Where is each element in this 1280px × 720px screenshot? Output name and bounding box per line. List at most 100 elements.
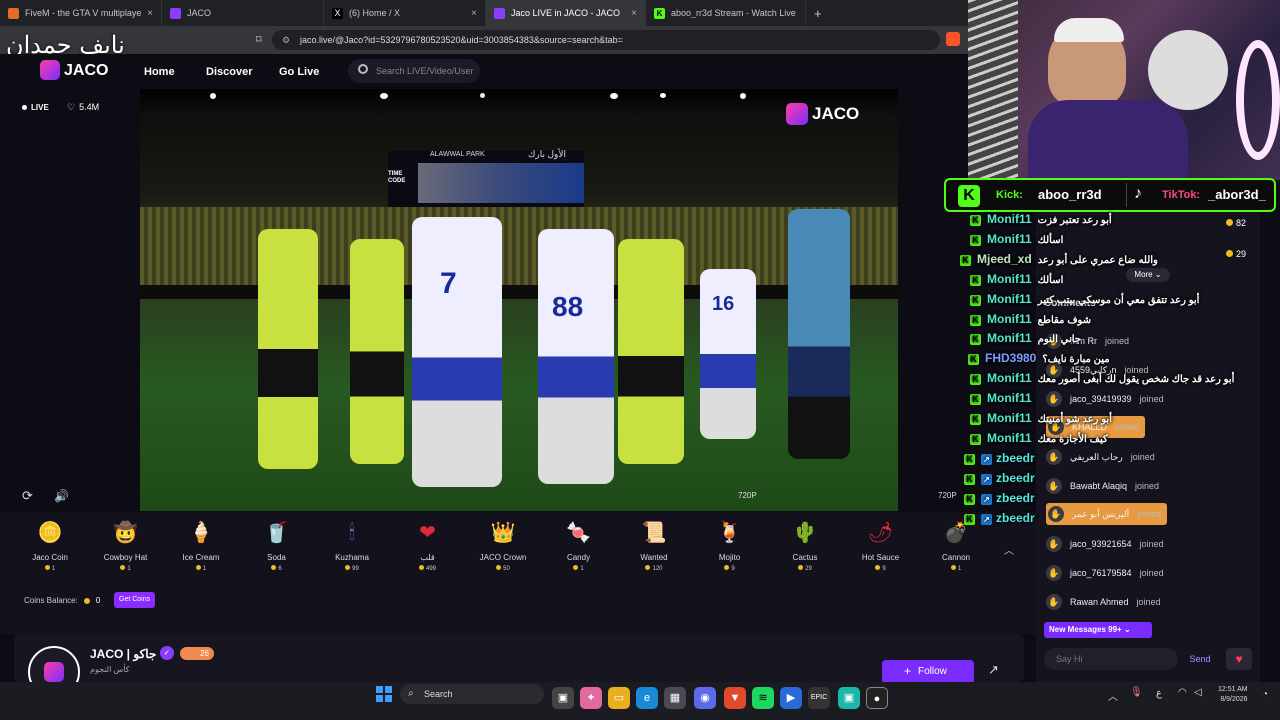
nav-home[interactable]: Home bbox=[144, 66, 175, 78]
volume-icon[interactable]: ◁ bbox=[1194, 687, 1202, 698]
chat-message: أبو رعد قد جاك شخص يقول لك أبغى أصور معك bbox=[1037, 374, 1235, 386]
copilot-icon[interactable]: ✦ bbox=[580, 687, 602, 709]
join-user[interactable]: Bawabt Alaqiq bbox=[1070, 481, 1127, 491]
tab-x-home[interactable]: X (6) Home / X × bbox=[324, 0, 486, 26]
wave-hand-icon: ✋ bbox=[1046, 565, 1062, 581]
language-indicator[interactable]: ع bbox=[1156, 688, 1162, 699]
chevron-up-icon[interactable]: ︿ bbox=[1004, 542, 1014, 557]
app-icon[interactable]: ▶ bbox=[780, 687, 802, 709]
follow-button[interactable]: + Follow bbox=[882, 660, 974, 684]
tab-jaco-live[interactable]: Jaco LIVE in JACO - JACO × bbox=[486, 0, 646, 26]
task-view-icon[interactable]: ▣ bbox=[552, 687, 574, 709]
microphone-icon[interactable]: 🎙 bbox=[1130, 687, 1143, 698]
stadium-screen: ALAWWAL PARK الأول بارك TIME CODE bbox=[388, 149, 584, 207]
windows-start-icon[interactable] bbox=[376, 686, 392, 702]
taskbar-search[interactable]: Search bbox=[400, 684, 544, 704]
volume-icon[interactable]: 🔊 bbox=[54, 489, 69, 503]
kick-badge-icon: K bbox=[964, 473, 975, 485]
gift-item[interactable]: 💣 Cannon 1 bbox=[920, 518, 992, 572]
coin-icon bbox=[83, 597, 90, 604]
quality-label[interactable]: 720P bbox=[738, 491, 757, 500]
kick-badge-icon: K bbox=[970, 374, 981, 386]
level-badge: 26 bbox=[180, 647, 214, 660]
bookmark-icon[interactable]: ⌑ bbox=[256, 33, 262, 46]
wifi-icon[interactable]: ◠ bbox=[1178, 687, 1187, 698]
goalkeeper-figure bbox=[788, 209, 850, 459]
join-user[interactable]: رحاب العريفي bbox=[1070, 452, 1123, 463]
chat-username: Monif11 bbox=[987, 231, 1032, 246]
webcam-cap bbox=[1054, 18, 1124, 42]
gift-item[interactable]: 🍦 Ice Cream 1 bbox=[165, 518, 237, 572]
epic-games-icon[interactable]: EPIC bbox=[808, 687, 830, 709]
gift-icon: 🪙 bbox=[37, 522, 63, 544]
notification-bell-icon[interactable]: ◔ bbox=[1262, 689, 1268, 700]
refresh-icon[interactable]: ⟳ bbox=[22, 488, 33, 504]
heart-icon[interactable]: ♥ bbox=[1226, 648, 1252, 670]
tray-chevron-icon[interactable]: ︿ bbox=[1108, 688, 1118, 703]
new-tab-button[interactable]: + bbox=[806, 0, 830, 26]
close-tab-icon[interactable]: × bbox=[471, 8, 477, 19]
join-user[interactable]: أليرنس أبو عمر bbox=[1072, 509, 1129, 520]
jaco-logo-icon[interactable] bbox=[40, 60, 60, 80]
gift-item[interactable]: 👑 JACO Crown 50 bbox=[467, 518, 539, 572]
tab-fivem[interactable]: FiveM - the GTA V multiplayer modi× bbox=[0, 0, 162, 26]
gift-item[interactable]: 📜 Wanted 120 bbox=[618, 518, 690, 572]
gift-item[interactable]: 🍬 Candy 1 bbox=[543, 518, 615, 572]
close-tab-icon[interactable]: × bbox=[147, 8, 153, 19]
edge-icon[interactable]: e bbox=[636, 687, 658, 709]
chat-message: كيف الأجازة معك bbox=[1037, 433, 1108, 445]
quality-selector[interactable]: 720P bbox=[938, 491, 957, 500]
store-icon[interactable]: ▦ bbox=[664, 687, 686, 709]
close-tab-icon[interactable]: × bbox=[631, 8, 637, 19]
jaco-logo-icon bbox=[44, 662, 64, 682]
live-video-player[interactable]: ALAWWAL PARK الأول بارك TIME CODE JACO 7… bbox=[140, 89, 898, 511]
tab-kick-stream[interactable]: Kaboo_rr3d Stream - Watch Live on Ki bbox=[646, 0, 806, 26]
kick-badge-icon: K bbox=[964, 493, 975, 505]
join-text: joined bbox=[1130, 452, 1155, 462]
app-icon[interactable]: ▣ bbox=[838, 687, 860, 709]
gift-item[interactable]: 🕯 Kuzhama 99 bbox=[316, 518, 388, 572]
search-input[interactable]: Search LIVE/Video/User bbox=[348, 59, 480, 83]
chat-input[interactable]: Say Hi bbox=[1044, 648, 1178, 670]
new-messages-button[interactable]: New Messages 99+ ⌄ bbox=[1044, 622, 1152, 638]
share-icon[interactable]: ↗ bbox=[988, 662, 999, 678]
overlay-chat-line: K Monif11 اسألك bbox=[970, 232, 1063, 246]
join-user[interactable]: jaco_93921654 bbox=[1070, 539, 1132, 549]
coin-icon bbox=[724, 565, 730, 570]
browser-tab-bar: FiveM - the GTA V multiplayer modi× JACO… bbox=[0, 0, 968, 26]
gift-item[interactable]: 🍹 Mojito 9 bbox=[694, 518, 766, 572]
coin-icon bbox=[950, 565, 956, 570]
kick-badge-icon: K bbox=[970, 314, 981, 326]
discord-icon[interactable]: ◉ bbox=[694, 687, 716, 709]
get-coins-button[interactable]: Get Coins bbox=[114, 592, 156, 608]
gift-item[interactable]: ❤ قلب 499 bbox=[392, 518, 464, 572]
more-button[interactable]: More ⌄ bbox=[1126, 268, 1170, 282]
nav-go-live[interactable]: Go Live bbox=[279, 66, 319, 78]
referee-figure bbox=[618, 239, 684, 464]
clock[interactable]: 12:51 AM 8/9/2026 bbox=[1218, 685, 1248, 705]
brave-icon[interactable]: ▼ bbox=[724, 687, 746, 709]
obs-icon[interactable]: ● bbox=[866, 687, 888, 709]
url-field[interactable]: jaco.live/@Jaco?id=5329796780523520&uid=… bbox=[272, 30, 940, 50]
gift-item[interactable]: 🤠 Cowboy Hat 1 bbox=[90, 518, 162, 572]
join-user[interactable]: Rawan Ahmed bbox=[1070, 597, 1129, 607]
join-user[interactable]: jaco_76179584 bbox=[1070, 568, 1132, 578]
coin-icon bbox=[645, 565, 651, 570]
streamer-name[interactable]: JACO | جاكو bbox=[90, 647, 156, 661]
jaco-logo-text[interactable]: JACO bbox=[64, 62, 108, 80]
gift-item[interactable]: 🌵 Cactus 29 bbox=[769, 518, 841, 572]
file-explorer-icon[interactable]: ▭ bbox=[608, 687, 630, 709]
tab-jaco[interactable]: JACO bbox=[162, 0, 324, 26]
gift-name: Hot Sauce bbox=[861, 553, 900, 562]
chat-message: أبو رعد شو أمنيتك bbox=[1037, 414, 1112, 425]
coins-balance: Coins Balance: 0 bbox=[24, 596, 101, 605]
nav-discover[interactable]: Discover bbox=[206, 66, 252, 78]
join-user[interactable]: jaco_39419939 bbox=[1070, 394, 1132, 404]
gift-item[interactable]: 🪙 Jaco Coin 1 bbox=[14, 518, 86, 572]
site-info-icon[interactable]: ⚙ bbox=[282, 35, 290, 46]
brave-shield-icon[interactable] bbox=[946, 32, 960, 46]
gift-item[interactable]: 🌶 Hot Sauce 9 bbox=[845, 518, 917, 572]
gift-item[interactable]: 🥤 Soda 6 bbox=[241, 518, 313, 572]
spotify-icon[interactable]: ≋ bbox=[752, 687, 774, 709]
send-button[interactable]: Send bbox=[1180, 648, 1220, 670]
